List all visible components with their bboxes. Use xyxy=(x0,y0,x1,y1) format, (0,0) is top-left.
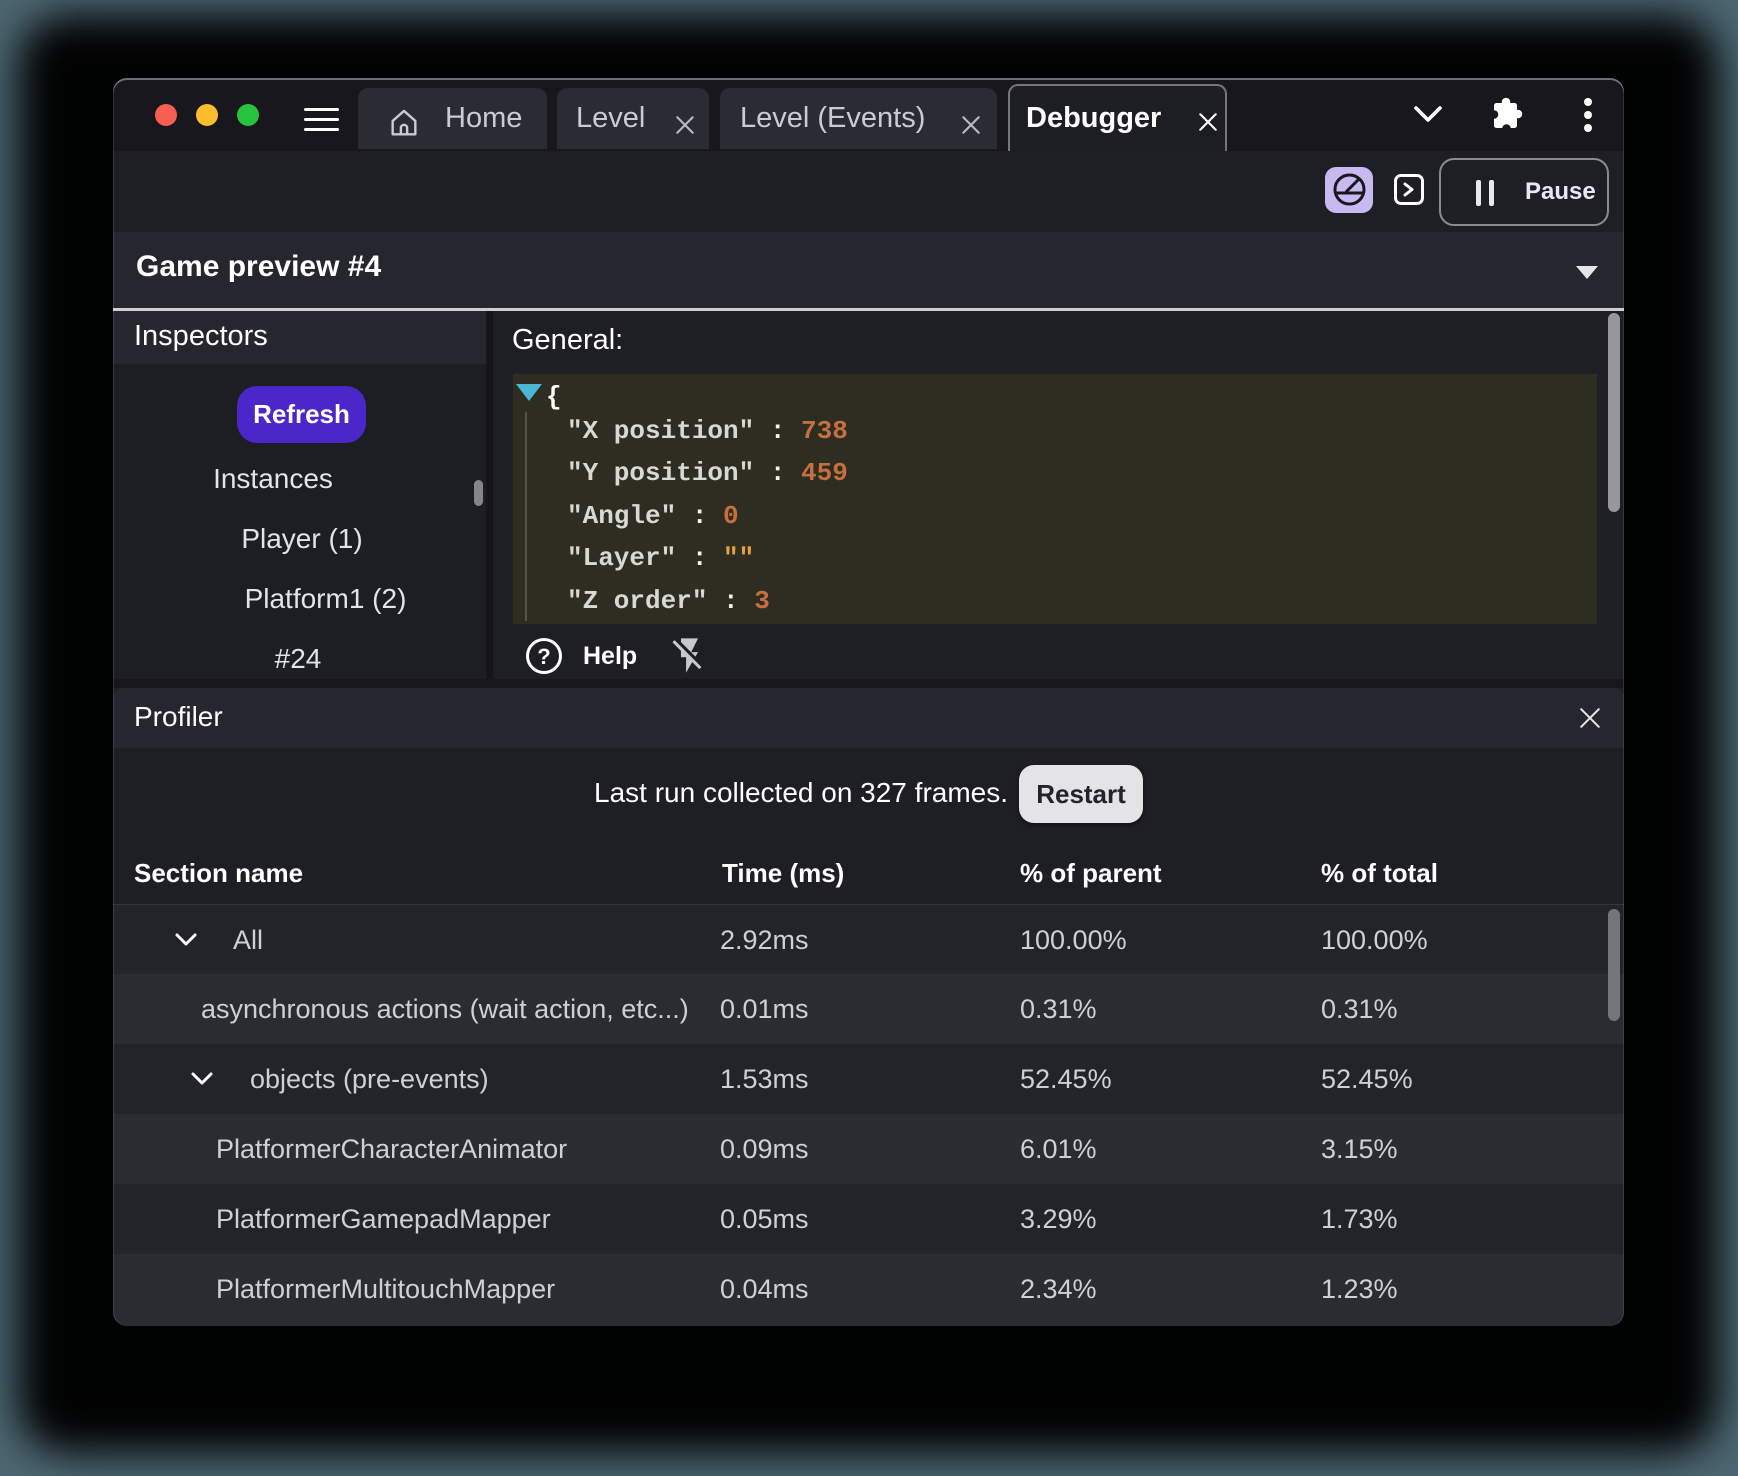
svg-text:?: ? xyxy=(537,644,550,669)
